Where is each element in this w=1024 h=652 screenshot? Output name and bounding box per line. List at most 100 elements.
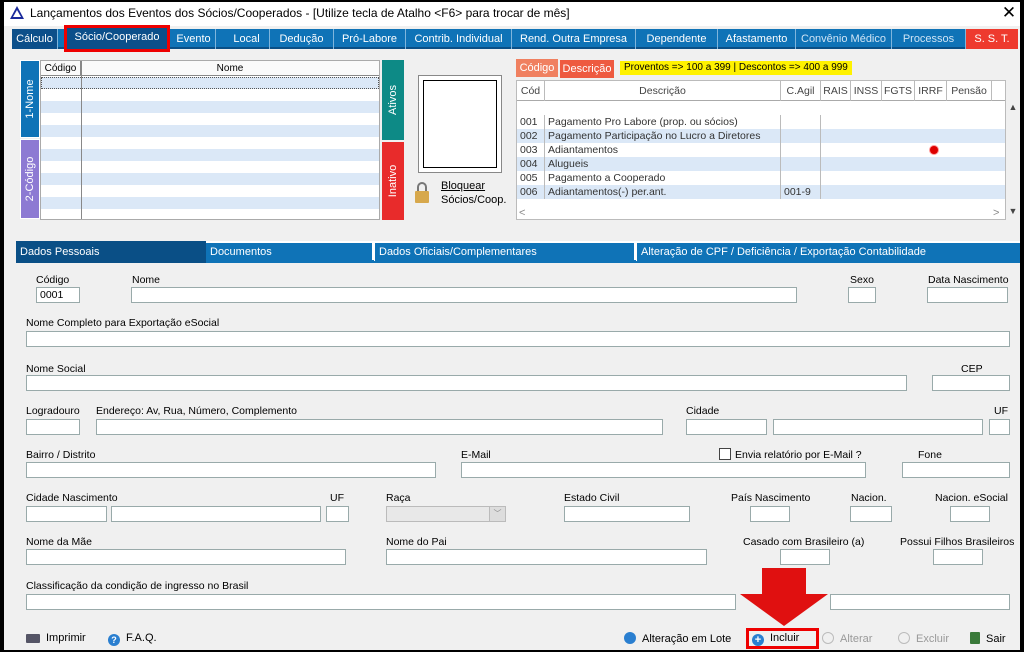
table-row[interactable] [41, 149, 379, 161]
table-row[interactable] [41, 197, 379, 209]
nome-mae-field[interactable] [26, 549, 346, 565]
exit-icon [970, 632, 980, 644]
table-row[interactable]: 002 Pagamento Participação no Lucro a Dir… [517, 129, 1005, 143]
email-field[interactable] [461, 462, 866, 478]
table-row[interactable] [41, 89, 379, 101]
faq-button[interactable]: ? F.A.Q. [108, 632, 157, 646]
order-codigo-button[interactable]: Código [516, 59, 558, 77]
irrf-radio-dot[interactable] [930, 146, 938, 154]
order-descricao-button[interactable]: Descrição [560, 60, 614, 78]
bairro-field[interactable] [26, 462, 436, 478]
sexo-label: Sexo [850, 274, 874, 286]
nome-esocial-field[interactable] [26, 331, 1010, 347]
estado-civil-field[interactable] [564, 506, 690, 522]
tab-sst[interactable]: S. S. T. [966, 29, 1018, 49]
table-row[interactable] [41, 113, 379, 125]
tab-deducao[interactable]: Dedução [270, 29, 334, 49]
close-button[interactable]: ✕ [1000, 2, 1018, 24]
classificacao-field[interactable] [26, 594, 736, 610]
nome-field[interactable] [131, 287, 797, 303]
pais-nascimento-field[interactable] [750, 506, 790, 522]
classificacao-field-2[interactable] [830, 594, 1010, 610]
table-row[interactable] [41, 77, 379, 89]
members-grid[interactable]: Código Nome [40, 60, 380, 220]
table-row[interactable] [41, 161, 379, 173]
tab-socio-cooperado[interactable]: Sócio/Cooperado [64, 25, 170, 52]
endereco-field[interactable] [96, 419, 663, 435]
table-row[interactable]: 003 Adiantamentos [517, 143, 1005, 157]
cidade-field[interactable] [773, 419, 983, 435]
tab-pro-labore[interactable]: Pró-Labore [334, 29, 406, 49]
sort-nome-label: 1-Nome [24, 79, 36, 119]
data-nascimento-field[interactable] [927, 287, 1008, 303]
window-title: Lançamentos dos Eventos dos Sócios/Coope… [30, 6, 570, 20]
codigo-field[interactable]: 0001 [36, 287, 80, 303]
tab-contrib-individual[interactable]: Contrib. Individual [406, 29, 512, 49]
sexo-field[interactable] [848, 287, 876, 303]
tab-convenio-medico[interactable]: Convênio Médico [796, 29, 892, 49]
logradouro-field[interactable] [26, 419, 80, 435]
imprimir-button[interactable]: Imprimir [26, 632, 86, 644]
table-row[interactable]: 005 Pagamento a Cooperado [517, 171, 1005, 185]
tab-dados-oficiais[interactable]: Dados Oficiais/Complementares [374, 243, 634, 261]
fone-field[interactable] [902, 462, 1010, 478]
scroll-right-icon[interactable]: > [993, 207, 999, 219]
ativos-filter-tab[interactable]: Ativos [382, 60, 404, 140]
nome-social-field[interactable] [26, 375, 907, 391]
cep-field[interactable] [932, 375, 1010, 391]
event-cagil [781, 143, 821, 157]
red-arrow-annotation [740, 568, 828, 626]
inativo-filter-tab[interactable]: Inativo [382, 142, 404, 220]
casado-field[interactable] [780, 549, 830, 565]
excluir-button[interactable]: Excluir [898, 632, 949, 645]
uf-nascimento-field[interactable] [326, 506, 349, 522]
cidade-nascimento-field[interactable] [111, 506, 321, 522]
table-row[interactable] [41, 173, 379, 185]
table-row[interactable] [41, 101, 379, 113]
scroll-left-icon[interactable]: < [519, 207, 525, 219]
tab-alteracao-cpf[interactable]: Alteração de CPF / Deficiência / Exporta… [636, 243, 1020, 261]
nacion-esocial-field[interactable] [950, 506, 990, 522]
filhos-field[interactable] [933, 549, 983, 565]
photo-frame[interactable] [418, 75, 502, 173]
events-col-descricao: Descrição [545, 81, 781, 101]
nacion-field[interactable] [850, 506, 892, 522]
alteracao-lote-button[interactable]: Alteração em Lote [624, 632, 731, 645]
tab-calculo[interactable]: Cálculo [12, 29, 58, 49]
nome-pai-field[interactable] [386, 549, 707, 565]
events-scrollbar[interactable]: ▲ ▼ [1006, 80, 1020, 220]
tab-local[interactable]: Local [224, 29, 270, 49]
tab-documentos[interactable]: Documentos [206, 243, 372, 261]
table-row[interactable] [41, 209, 379, 219]
alterar-button[interactable]: Alterar [822, 632, 872, 645]
sort-by-nome-tab[interactable]: 1-Nome [20, 60, 40, 138]
tab-rend-outra-empresa[interactable]: Rend. Outra Empresa [512, 29, 636, 49]
table-row[interactable]: 004 Alugueis [517, 157, 1005, 171]
table-row[interactable] [41, 125, 379, 137]
uf-field[interactable] [989, 419, 1010, 435]
sair-button[interactable]: Sair [970, 632, 1006, 645]
scroll-up-icon[interactable]: ▲ [1006, 102, 1020, 112]
tab-dados-pessoais[interactable]: Dados Pessoais [16, 241, 206, 263]
table-row[interactable]: 006 Adiantamentos(-) per.ant. 001-9 [517, 185, 1005, 199]
cidade-nascimento-code-field[interactable] [26, 506, 107, 522]
events-col-extra [992, 81, 1005, 101]
table-row[interactable]: 001 Pagamento Pro Labore (prop. ou sócios… [517, 115, 1005, 129]
sair-label: Sair [986, 633, 1006, 645]
sort-by-codigo-tab[interactable]: 2-Código [20, 139, 40, 219]
bloquear-label[interactable]: Bloquear Sócios/Coop. [441, 179, 506, 207]
cidade-code-field[interactable] [686, 419, 767, 435]
events-grid[interactable]: Cód Descrição C.Agil RAIS INSS FGTS IRRF… [516, 80, 1006, 220]
tab-dependente[interactable]: Dependente [636, 29, 718, 49]
raca-select[interactable]: ﹀ [386, 506, 506, 522]
alterar-label: Alterar [840, 633, 873, 645]
tab-evento[interactable]: Evento [172, 29, 216, 49]
table-row[interactable] [41, 137, 379, 149]
lock-icon[interactable] [414, 180, 430, 204]
scroll-down-icon[interactable]: ▼ [1006, 206, 1020, 216]
tab-afastamento[interactable]: Afastamento [718, 29, 796, 49]
envia-email-checkbox[interactable] [719, 448, 731, 460]
table-row[interactable] [41, 185, 379, 197]
tab-processos[interactable]: Processos [892, 29, 966, 49]
estado-civil-label: Estado Civil [564, 492, 620, 504]
